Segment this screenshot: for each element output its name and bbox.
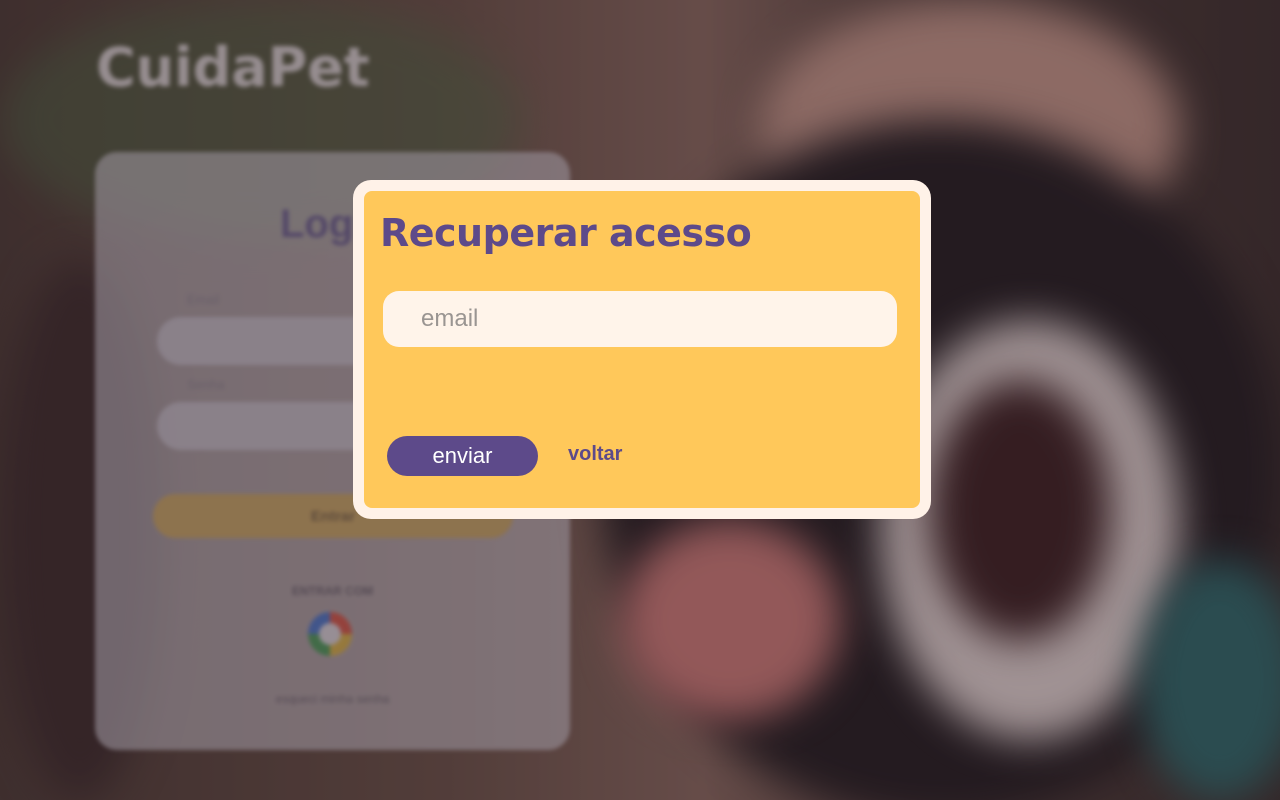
back-link[interactable]: voltar — [568, 443, 622, 466]
email-input[interactable] — [383, 291, 897, 347]
modal-body: Recuperar acesso enviar voltar — [364, 191, 920, 508]
send-button[interactable]: enviar — [387, 436, 538, 476]
recover-access-modal: Recuperar acesso enviar voltar — [353, 180, 931, 519]
modal-title: Recuperar acesso — [380, 211, 752, 255]
